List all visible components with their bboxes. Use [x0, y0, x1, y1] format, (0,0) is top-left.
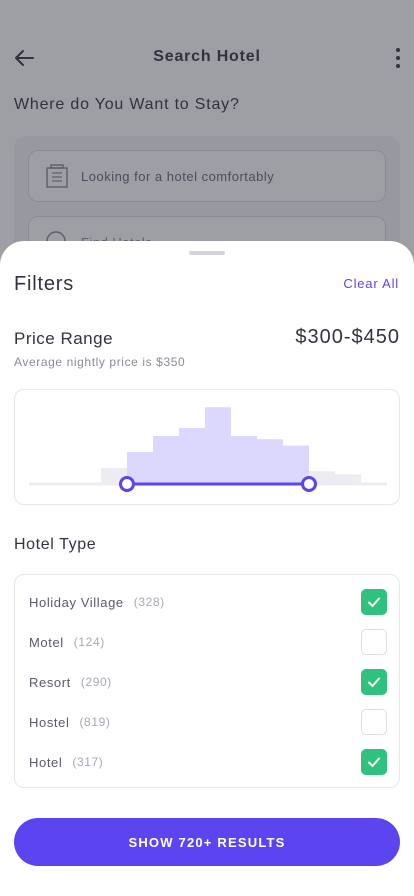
- hotel-type-name: Hotel: [29, 754, 63, 770]
- checkmark-icon: [368, 597, 380, 607]
- checkmark-icon: [368, 757, 380, 767]
- histogram-bar: [335, 474, 361, 484]
- sheet-drag-handle[interactable]: [189, 251, 225, 255]
- hotel-type-checkbox[interactable]: [361, 709, 387, 735]
- hotel-type-name: Holiday Village: [29, 594, 124, 610]
- hotel-type-checkbox[interactable]: [361, 589, 387, 615]
- price-range-label: Price Range: [14, 329, 114, 348]
- average-price-text: Average nightly price is $350: [14, 355, 186, 369]
- show-results-button[interactable]: SHOW 720+ RESULTS: [14, 818, 400, 866]
- hotel-type-row-hostel[interactable]: Hostel (819): [15, 702, 401, 742]
- range-max-handle[interactable]: [301, 476, 317, 492]
- hotel-type-name: Motel: [29, 634, 64, 650]
- checkmark-icon: [368, 677, 380, 687]
- hotel-type-list: Holiday Village (328) Motel (124) Resort…: [14, 574, 400, 788]
- hotel-type-count: (819): [79, 715, 111, 729]
- histogram-bar: [153, 436, 179, 484]
- hotel-type-name: Hostel: [29, 714, 70, 730]
- hotel-type-count: (290): [80, 675, 112, 689]
- hotel-type-checkbox[interactable]: [361, 669, 387, 695]
- filters-title: Filters: [14, 273, 75, 295]
- price-range-value: $300-$450: [295, 326, 400, 348]
- hotel-type-name: Resort: [29, 674, 71, 690]
- histogram-bar: [179, 428, 205, 484]
- hotel-type-count: (124): [73, 635, 105, 649]
- hotel-type-checkbox[interactable]: [361, 629, 387, 655]
- filters-sheet: Filters Clear All Price Range $300-$450 …: [0, 241, 414, 896]
- hotel-type-title: Hotel Type: [14, 536, 97, 553]
- hotel-type-count: (328): [133, 595, 165, 609]
- price-histogram-card: [14, 389, 400, 505]
- hotel-type-row-holiday-village[interactable]: Holiday Village (328): [15, 582, 401, 622]
- range-min-handle[interactable]: [119, 476, 135, 492]
- price-histogram: [29, 407, 387, 492]
- histogram-bar: [231, 436, 257, 484]
- clear-all-button[interactable]: Clear All: [343, 276, 399, 291]
- hotel-type-row-hotel[interactable]: Hotel (317): [15, 742, 401, 782]
- hotel-type-count: (317): [72, 755, 104, 769]
- hotel-type-row-motel[interactable]: Motel (124): [15, 622, 401, 662]
- hotel-type-row-resort[interactable]: Resort (290): [15, 662, 401, 702]
- hotel-type-checkbox[interactable]: [361, 749, 387, 775]
- histogram-bar: [257, 439, 283, 484]
- histogram-bar: [205, 407, 231, 484]
